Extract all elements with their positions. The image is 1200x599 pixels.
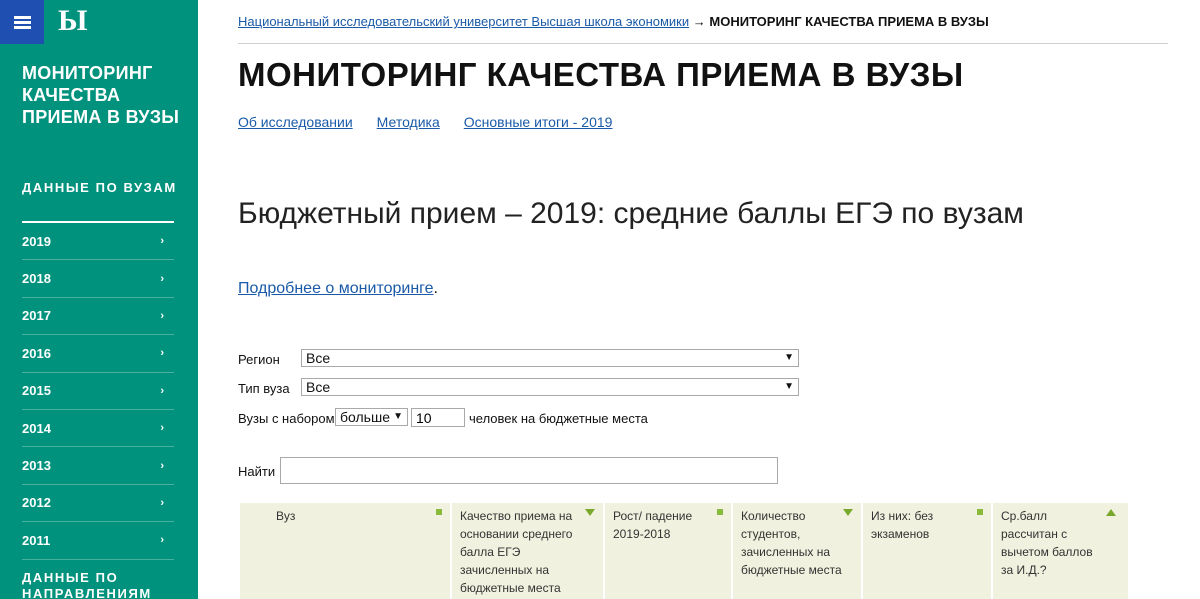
more-info-link[interactable]: Подробнее о мониторинге — [238, 280, 434, 297]
header-divider — [238, 43, 1168, 44]
chevron-right-icon: › — [160, 272, 164, 285]
breadcrumb-current: МОНИТОРИНГ КАЧЕСТВА ПРИЕМА В ВУЗЫ — [709, 14, 989, 29]
section-directions[interactable]: ДАННЫЕ ПО НАПРАВЛЕНИЯМ — [22, 570, 182, 599]
search-input[interactable] — [280, 457, 778, 484]
sort-indicator — [436, 509, 442, 515]
sort-asc-icon — [1106, 509, 1116, 516]
region-label: Регион — [238, 352, 280, 367]
chevron-right-icon: › — [160, 384, 164, 397]
section-heading: Бюджетный прием – 2019: средние баллы ЕГ… — [238, 197, 1024, 230]
more-info: Подробнее о мониторинге. — [238, 280, 438, 298]
sidebar-item-year-2018[interactable]: 2018 › — [22, 260, 174, 298]
site-title[interactable]: МОНИТОРИНГ КАЧЕСТВА ПРИЕМА В ВУЗЫ — [22, 62, 182, 128]
sort-indicator — [843, 509, 853, 516]
column-header-label: Качество приема на основании среднего ба… — [460, 509, 573, 595]
sidebar-item-year-2014[interactable]: 2014 › — [22, 410, 174, 448]
region-select[interactable]: Все ▼ — [301, 349, 799, 367]
menu-button[interactable] — [0, 0, 44, 44]
column-header-label: Вуз — [276, 509, 296, 523]
column-header-1[interactable]: Качество приема на основании среднего ба… — [452, 503, 605, 599]
column-header-2[interactable]: Рост/ падение 2019-2018 — [605, 503, 733, 599]
column-header-label: Рост/ падение 2019-2018 — [613, 509, 693, 541]
search-label: Найти — [238, 464, 276, 479]
sort-inactive-icon — [436, 509, 442, 515]
subnav-link-1[interactable]: Методика — [377, 114, 440, 130]
chevron-right-icon: › — [160, 235, 164, 248]
enroll-suffix: человек на бюджетные места — [469, 411, 648, 426]
sidebar-item-label: 2012 — [22, 495, 51, 511]
chevron-right-icon: › — [160, 496, 164, 509]
sort-indicator — [977, 509, 983, 515]
sidebar-item-year-2016[interactable]: 2016 › — [22, 335, 174, 373]
sort-indicator — [585, 509, 595, 516]
hse-logo-icon[interactable]: Ы — [58, 6, 87, 36]
more-info-suffix: . — [433, 280, 438, 297]
type-select[interactable]: Все ▼ — [301, 378, 799, 396]
enroll-compare-value: больше — [340, 409, 390, 425]
caret-down-icon: ▼ — [393, 411, 403, 422]
sidebar-item-year-2015[interactable]: 2015 › — [22, 373, 174, 410]
sidebar-item-year-2017[interactable]: 2017 › — [22, 298, 174, 336]
chevron-right-icon: › — [160, 422, 164, 435]
sort-inactive-icon — [717, 509, 723, 515]
enroll-label: Вузы с набором — [238, 411, 335, 426]
breadcrumb-parent-link[interactable]: Национальный исследовательский университ… — [238, 14, 689, 29]
breadcrumb: Национальный исследовательский университ… — [238, 14, 989, 29]
sidebar-item-label: 2014 — [22, 420, 51, 436]
year-list: 2019 › 2018 › 2017 › 2016 › 2015 › 2014 › 2013 › 2012 ›… — [22, 223, 174, 560]
breadcrumb-separator: → — [692, 14, 706, 29]
chevron-right-icon: › — [160, 309, 164, 322]
column-header-0[interactable]: Вуз — [240, 503, 452, 599]
chevron-right-icon: › — [160, 534, 164, 547]
column-header-label: Ср.балл рассчитан с вычетом баллов за И.… — [1001, 509, 1093, 577]
sidebar-item-label: 2017 — [22, 308, 51, 324]
chevron-right-icon: › — [160, 347, 164, 360]
enroll-count-input[interactable] — [411, 408, 465, 427]
sidebar-item-label: 2016 — [22, 345, 51, 361]
sidebar-item-year-2012[interactable]: 2012 › — [22, 485, 174, 523]
hamburger-icon — [13, 15, 31, 29]
sub-navigation: Об исследовании Методика Основные итоги - … — [238, 114, 636, 130]
chevron-right-icon: › — [160, 459, 164, 472]
column-header-5[interactable]: Ср.балл рассчитан с вычетом баллов за И.… — [993, 503, 1124, 599]
results-table: Вуз Качество приема на основании среднего… — [240, 503, 1128, 599]
sidebar-topbar: Ы — [0, 0, 198, 44]
region-select-value: Все — [306, 350, 331, 366]
column-header-label: Из них: без экзаменов — [871, 509, 934, 541]
sort-desc-icon — [843, 509, 853, 516]
sidebar-item-label: 2011 — [22, 532, 51, 548]
sidebar: Ы МОНИТОРИНГ КАЧЕСТВА ПРИЕМА В ВУЗЫ ДАНН… — [0, 0, 198, 599]
subnav-link-0[interactable]: Об исследовании — [238, 114, 353, 130]
sidebar-item-year-2019[interactable]: 2019 › — [22, 223, 174, 261]
column-header-label: Количество студентов, зачисленных на бюд… — [741, 509, 842, 577]
section-universities: ДАННЫЕ ПО ВУЗАМ — [22, 180, 177, 195]
sidebar-item-label: 2019 — [22, 233, 51, 249]
page-title: МОНИТОРИНГ КАЧЕСТВА ПРИЕМА В ВУЗЫ — [238, 56, 964, 93]
sort-indicator — [717, 509, 723, 515]
caret-down-icon: ▼ — [784, 381, 794, 392]
sort-indicator — [1106, 509, 1116, 516]
column-header-4[interactable]: Из них: без экзаменов — [863, 503, 993, 599]
sidebar-item-label: 2015 — [22, 383, 51, 399]
type-label: Тип вуза — [238, 381, 290, 396]
caret-down-icon: ▼ — [784, 352, 794, 363]
enroll-compare-select[interactable]: больше ▼ — [335, 408, 408, 426]
sidebar-item-year-2013[interactable]: 2013 › — [22, 447, 174, 485]
sort-inactive-icon — [977, 509, 983, 515]
sort-desc-icon — [585, 509, 595, 516]
column-header-3[interactable]: Количество студентов, зачисленных на бюд… — [733, 503, 863, 599]
type-select-value: Все — [306, 379, 331, 395]
sidebar-item-year-2011[interactable]: 2011 › — [22, 522, 174, 560]
sidebar-item-label: 2013 — [22, 458, 51, 474]
subnav-link-2[interactable]: Основные итоги - 2019 — [464, 114, 613, 130]
sidebar-item-label: 2018 — [22, 271, 51, 287]
